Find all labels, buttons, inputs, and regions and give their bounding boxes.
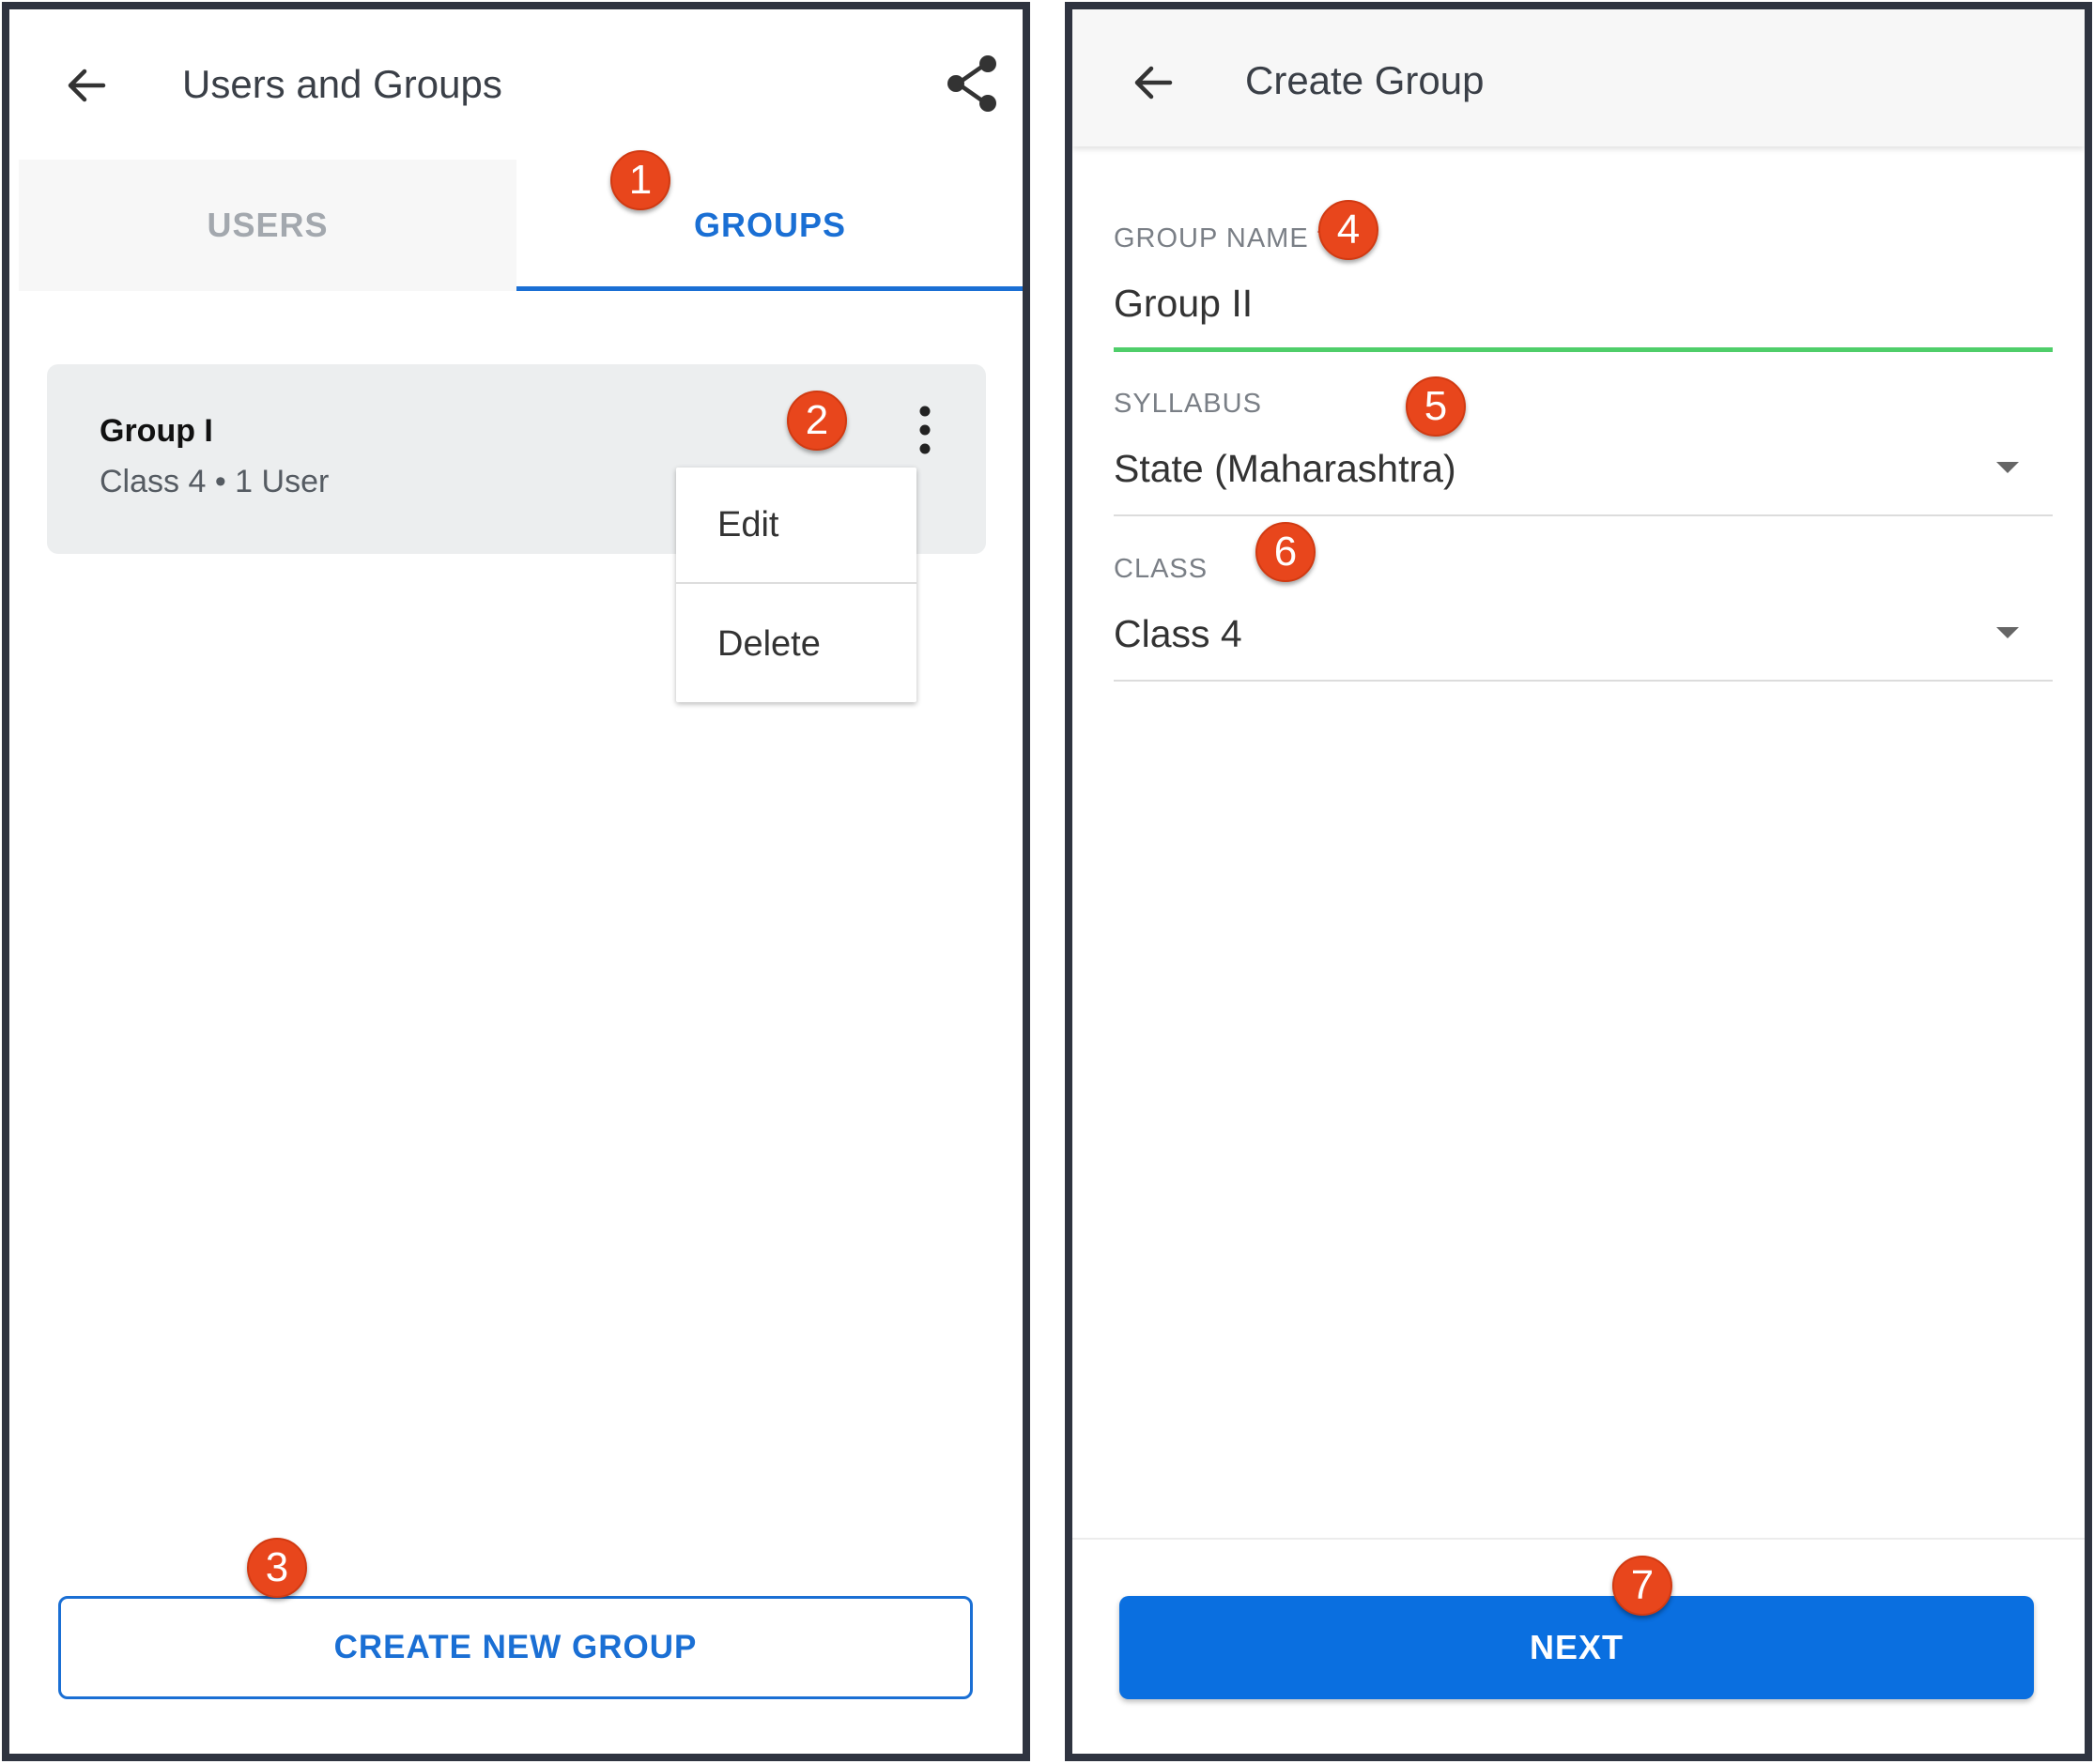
- group-name: Group I: [100, 413, 213, 449]
- syllabus-label: SYLLABUS: [1114, 389, 1262, 419]
- callout-badge: 1: [610, 150, 670, 210]
- create-new-group-button[interactable]: CREATE NEW GROUP: [58, 1596, 973, 1699]
- callout-badge: 6: [1255, 522, 1316, 582]
- class-label: CLASS: [1114, 554, 1209, 584]
- group-name-underline: [1114, 347, 2053, 352]
- tab-groups[interactable]: GROUPS: [516, 160, 1023, 291]
- page-title: Create Group: [1245, 58, 1485, 102]
- callout-badge: 2: [787, 391, 847, 451]
- tab-users[interactable]: USERS: [19, 160, 516, 291]
- callout-badge: 3: [247, 1538, 307, 1598]
- callout-badge: 7: [1612, 1556, 1672, 1616]
- group-context-menu: Edit Delete: [676, 468, 916, 702]
- callout-badge: 5: [1406, 376, 1466, 437]
- callout-badge: 4: [1318, 200, 1378, 260]
- create-group-screen: Create Group GROUP NAME * Group II SYLLA…: [1065, 2, 2092, 1761]
- footer-divider: [1072, 1538, 2085, 1540]
- syllabus-select[interactable]: State (Maharashtra): [1114, 447, 1456, 491]
- dropdown-arrow-icon[interactable]: [1994, 460, 2021, 475]
- group-name-input[interactable]: Group II: [1114, 282, 1253, 326]
- class-select[interactable]: Class 4: [1114, 612, 1242, 656]
- dropdown-arrow-icon[interactable]: [1994, 625, 2021, 640]
- page-title: Users and Groups: [182, 62, 502, 106]
- group-name-label: GROUP NAME *: [1114, 223, 1329, 254]
- back-arrow-icon[interactable]: [1129, 58, 1178, 107]
- app-bar: Users and Groups: [9, 9, 1023, 148]
- menu-item-delete[interactable]: Delete: [676, 586, 916, 702]
- syllabus-underline: [1114, 514, 2053, 516]
- active-tab-indicator: [516, 286, 1023, 291]
- kebab-menu-icon[interactable]: [911, 402, 939, 458]
- class-underline: [1114, 680, 2053, 682]
- group-details: Class 4 • 1 User: [100, 464, 330, 499]
- share-icon[interactable]: [945, 53, 1001, 115]
- menu-item-edit[interactable]: Edit: [676, 468, 916, 584]
- app-bar: Create Group: [1072, 9, 2085, 146]
- users-and-groups-screen: Users and Groups USERS GROUPS Group I Cl…: [2, 2, 1030, 1761]
- tab-bar: USERS GROUPS: [19, 160, 1023, 291]
- next-button[interactable]: NEXT: [1119, 1596, 2034, 1699]
- back-arrow-icon[interactable]: [62, 61, 111, 110]
